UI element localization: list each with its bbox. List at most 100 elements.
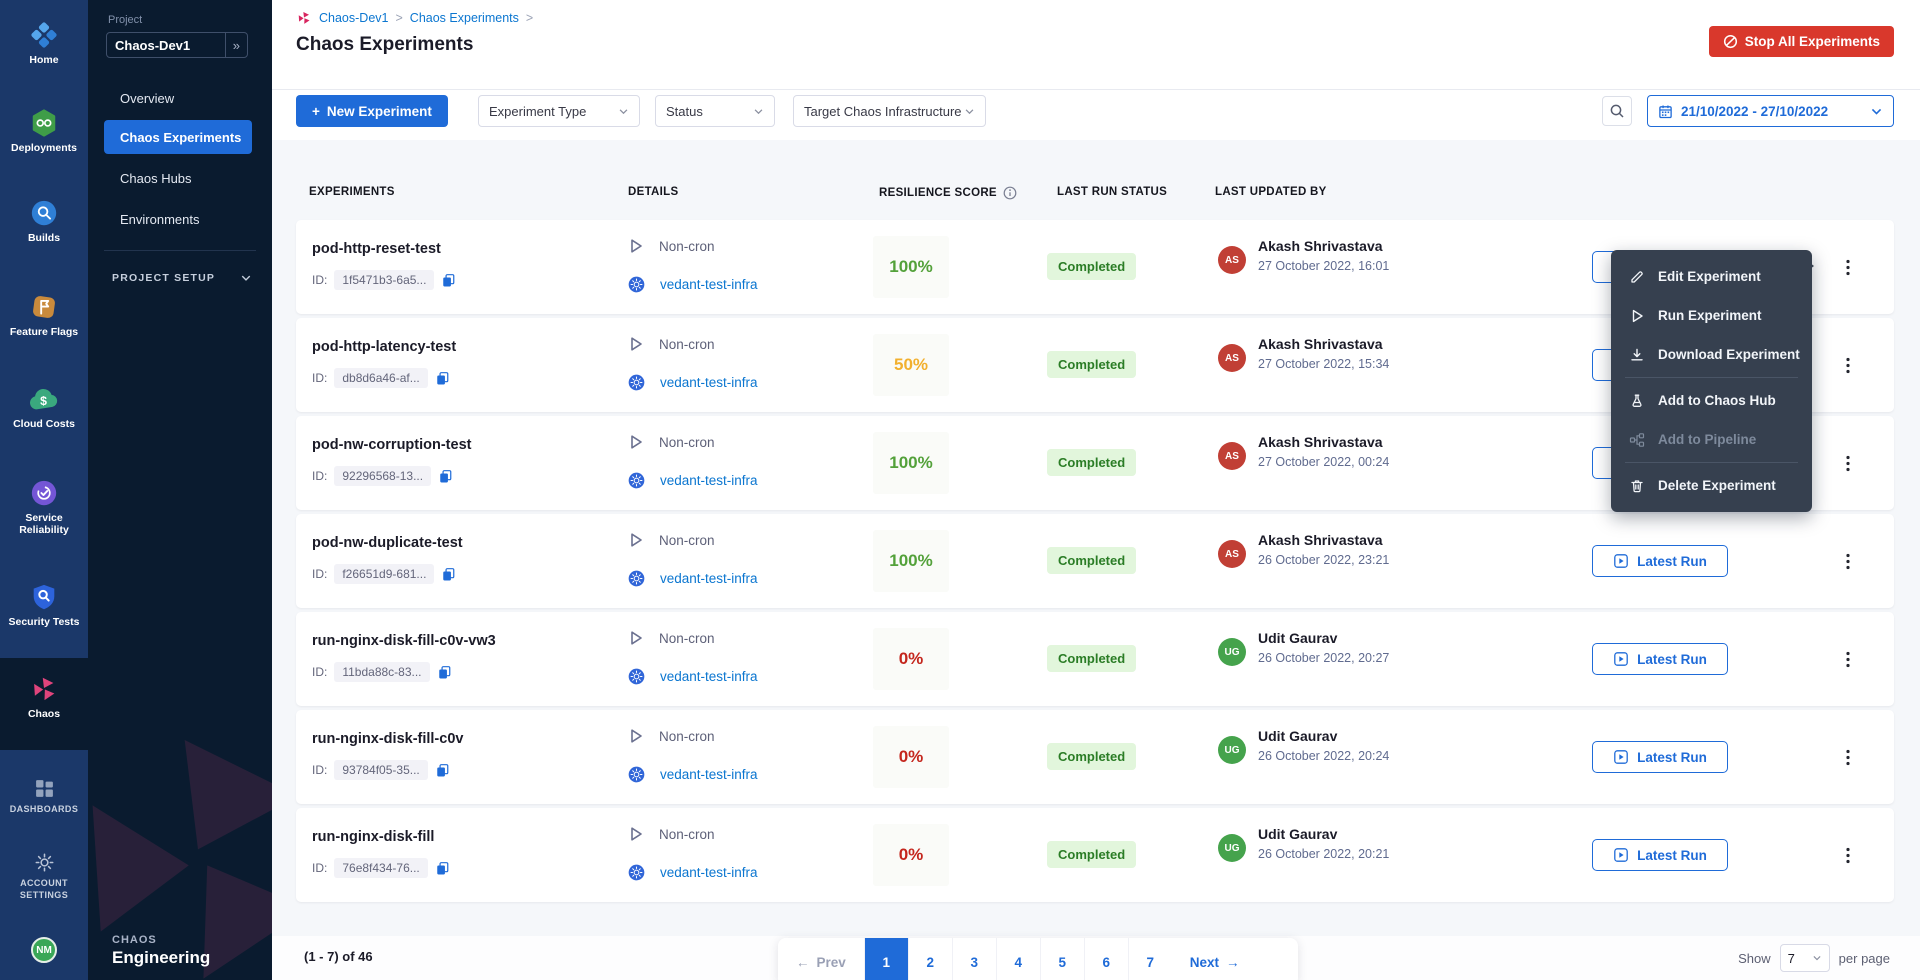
project-selector[interactable]: Chaos-Dev1 » [106, 32, 248, 58]
menu-item-add-to-chaos-hub[interactable]: Add to Chaos Hub [1611, 381, 1812, 420]
info-icon[interactable] [1003, 186, 1017, 200]
page-number-button[interactable]: 5 [1040, 938, 1084, 980]
score-value: 0% [899, 845, 924, 865]
avatar: UG [1218, 638, 1246, 666]
experiment-name[interactable]: run-nginx-disk-fill-c0v-vw3 [312, 633, 496, 649]
last-updated-by: AS Akash Shrivastava 26 October 2022, 23… [1218, 532, 1389, 568]
page-size-select[interactable]: 7 [1780, 944, 1830, 972]
status-badge: Completed [1047, 351, 1136, 378]
page-number-button[interactable]: 1 [864, 938, 908, 980]
rail-item-chaos[interactable]: Chaos [0, 658, 88, 750]
page-number-button[interactable]: 6 [1084, 938, 1128, 980]
infra-link[interactable]: vedant-test-infra [660, 571, 758, 586]
latest-run-button[interactable]: Latest Run [1592, 643, 1728, 675]
user-avatar[interactable]: NM [31, 937, 57, 963]
experiment-name[interactable]: pod-nw-duplicate-test [312, 535, 463, 551]
row-menu-kebab[interactable] [1836, 547, 1860, 575]
experiment-name[interactable]: run-nginx-disk-fill [312, 829, 434, 845]
rail-item-builds[interactable]: Builds [0, 198, 88, 244]
experiment-name[interactable]: pod-http-reset-test [312, 241, 441, 257]
page-number-button[interactable]: 3 [952, 938, 996, 980]
cloud-costs-icon: $ [28, 386, 60, 414]
row-menu-kebab[interactable] [1836, 253, 1860, 281]
project-setup-section[interactable]: PROJECT SETUP [112, 272, 252, 284]
project-label: Project [108, 14, 142, 26]
last-updated-by: AS Akash Shrivastava 27 October 2022, 15… [1218, 336, 1389, 372]
copy-icon[interactable] [435, 763, 450, 778]
copy-icon[interactable] [441, 273, 456, 288]
schedule-type: Non-cron [659, 337, 715, 352]
copy-icon[interactable] [438, 469, 453, 484]
row-menu-kebab[interactable] [1836, 743, 1860, 771]
breadcrumb-project-link[interactable]: Chaos-Dev1 [319, 11, 388, 25]
copy-icon[interactable] [437, 665, 452, 680]
kubernetes-icon [628, 276, 645, 293]
infra-link[interactable]: vedant-test-infra [660, 865, 758, 880]
rail-item-account-settings[interactable]: ACCOUNT SETTINGS [0, 852, 88, 901]
menu-item-add-to-pipeline[interactable]: Add to Pipeline [1611, 420, 1812, 459]
resilience-score: 0% [873, 628, 949, 690]
pencil-icon [1629, 269, 1645, 285]
infra-link[interactable]: vedant-test-infra [660, 375, 758, 390]
experiment-id: f26651d9-681... [334, 564, 434, 584]
rail-item-dashboards[interactable]: DASHBOARDS [0, 778, 88, 815]
page-number-button[interactable]: 2 [908, 938, 952, 980]
sidebar-item-chaos-experiments[interactable]: Chaos Experiments [104, 120, 252, 154]
filter-experiment-type[interactable]: Experiment Type [478, 95, 640, 127]
copy-icon[interactable] [435, 861, 450, 876]
breadcrumb-experiments-link[interactable]: Chaos Experiments [410, 11, 519, 25]
page-size-value: 7 [1788, 951, 1795, 966]
filter-target-infrastructure[interactable]: Target Chaos Infrastructure [793, 95, 986, 127]
sidebar-item-chaos-hubs[interactable]: Chaos Hubs [88, 164, 272, 192]
sidebar-item-overview[interactable]: Overview [88, 84, 272, 112]
chaos-hub-icon [1629, 393, 1645, 409]
rail-label: ACCOUNT SETTINGS [0, 877, 88, 901]
row-menu-kebab[interactable] [1836, 645, 1860, 673]
rail-item-cloud-costs[interactable]: $ Cloud Costs [0, 386, 88, 430]
filter-status[interactable]: Status [655, 95, 775, 127]
infra-link[interactable]: vedant-test-infra [660, 473, 758, 488]
infra-link[interactable]: vedant-test-infra [660, 767, 758, 782]
menu-item-download-experiment[interactable]: Download Experiment [1611, 335, 1812, 374]
collapse-chevrons-icon[interactable]: » [225, 33, 247, 57]
rail-item-deployments[interactable]: Deployments [0, 108, 88, 154]
page-number-button[interactable]: 7 [1128, 938, 1172, 980]
row-menu-kebab[interactable] [1836, 841, 1860, 869]
prev-page-button[interactable]: ← Prev [778, 938, 864, 980]
latest-run-button[interactable]: Latest Run [1592, 545, 1728, 577]
copy-icon[interactable] [441, 567, 456, 582]
row-menu-kebab[interactable] [1836, 449, 1860, 477]
latest-run-button[interactable]: Latest Run [1592, 741, 1728, 773]
infra-link[interactable]: vedant-test-infra [660, 277, 758, 292]
schedule-line: Non-cron [628, 532, 715, 548]
row-menu-kebab[interactable] [1836, 351, 1860, 379]
rail-item-home[interactable]: Home [0, 20, 88, 66]
rail-item-security-tests[interactable]: Security Tests [0, 582, 88, 628]
user-name: Udit Gaurav [1258, 826, 1389, 842]
run-preview-icon [1613, 749, 1629, 765]
score-value: 0% [899, 747, 924, 767]
rail-item-service-reliability[interactable]: Service Reliability [0, 478, 88, 536]
experiment-id: 76e8f434-76... [334, 858, 427, 878]
page-number-button[interactable]: 4 [996, 938, 1040, 980]
date-range-picker[interactable]: 21/10/2022 - 27/10/2022 [1647, 95, 1894, 127]
menu-item-run-experiment[interactable]: Run Experiment [1611, 296, 1812, 335]
menu-item-delete-experiment[interactable]: Delete Experiment [1611, 466, 1812, 505]
rail-item-feature-flags[interactable]: Feature Flags [0, 292, 88, 338]
menu-item-edit-experiment[interactable]: Edit Experiment [1611, 257, 1812, 296]
latest-run-button[interactable]: Latest Run [1592, 839, 1728, 871]
rail-label: Security Tests [0, 616, 88, 628]
infra-link[interactable]: vedant-test-infra [660, 669, 758, 684]
experiment-name[interactable]: pod-http-latency-test [312, 339, 456, 355]
search-button[interactable] [1602, 96, 1632, 126]
copy-icon[interactable] [435, 371, 450, 386]
resilience-score: 100% [873, 432, 949, 494]
sidebar-item-environments[interactable]: Environments [88, 205, 272, 233]
next-page-button[interactable]: Next → [1172, 938, 1258, 980]
experiment-name[interactable]: run-nginx-disk-fill-c0v [312, 731, 463, 747]
brand-engineering: Engineering [112, 948, 210, 968]
experiment-name[interactable]: pod-nw-corruption-test [312, 437, 471, 453]
new-experiment-button[interactable]: + New Experiment [296, 95, 448, 127]
stop-all-experiments-button[interactable]: Stop All Experiments [1709, 26, 1894, 57]
security-tests-icon [29, 582, 59, 612]
